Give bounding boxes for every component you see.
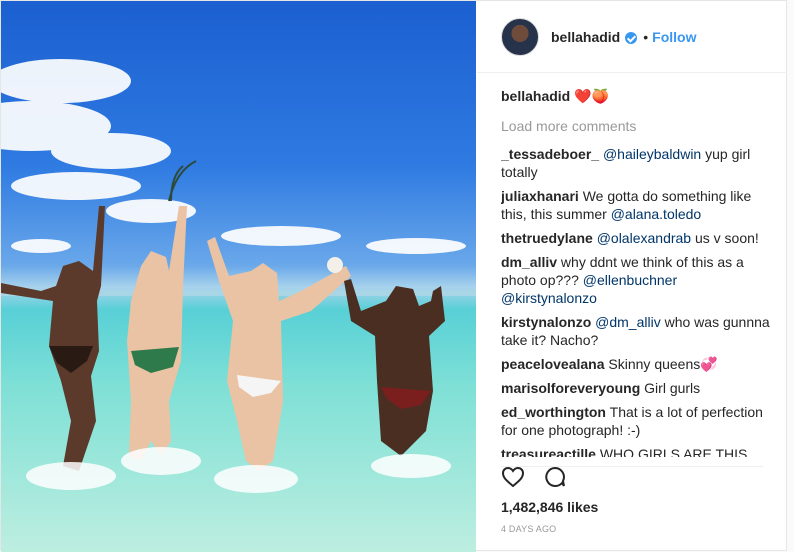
comment-icon[interactable] bbox=[543, 466, 567, 493]
comments-list[interactable]: bellahadid ❤️🍑 Load more comments _tessa… bbox=[501, 87, 771, 457]
comment-username[interactable]: _tessadeboer_ bbox=[501, 146, 599, 162]
avatar[interactable] bbox=[501, 17, 539, 56]
comment-row: thetruedylane @olalexandrab us v soon! bbox=[501, 229, 771, 247]
mention-link[interactable]: @alana.toledo bbox=[611, 206, 702, 222]
comment-username[interactable]: juliaxhanari bbox=[501, 188, 579, 204]
comment-username[interactable]: treasureactille bbox=[501, 446, 596, 457]
post-header: bellahadid • Follow bbox=[477, 1, 787, 73]
comment-row: treasureactille WHO GIRLS ARE THIS ?!?!?… bbox=[501, 445, 771, 457]
caption: bellahadid ❤️🍑 bbox=[501, 87, 771, 105]
comment-text: Skinny queens💞 bbox=[604, 356, 718, 372]
mention-link[interactable]: @olalexandrab bbox=[597, 230, 691, 246]
verified-badge-icon bbox=[625, 31, 638, 44]
post-timestamp: 4 DAYS AGO bbox=[501, 524, 557, 534]
header-username[interactable]: bellahadid bbox=[551, 29, 620, 45]
mention-link[interactable]: @haileybaldwin bbox=[603, 146, 701, 162]
comment-username[interactable]: thetruedylane bbox=[501, 230, 593, 246]
comment-row: dm_alliv why ddnt we think of this as a … bbox=[501, 253, 771, 307]
mention-link[interactable]: @dm_alliv bbox=[595, 314, 661, 330]
action-icons bbox=[501, 466, 567, 493]
mention-link[interactable]: @kirstynalonzo bbox=[501, 290, 597, 306]
comment-username[interactable]: peacelovealana bbox=[501, 356, 605, 372]
comment-row: juliaxhanari We gotta do something like … bbox=[501, 187, 771, 223]
comment-username[interactable]: marisolforeveryoung bbox=[501, 380, 640, 396]
post-photo[interactable] bbox=[1, 1, 476, 552]
comment-row: marisolforeveryoung Girl gurls bbox=[501, 379, 771, 397]
caption-username[interactable]: bellahadid bbox=[501, 88, 570, 104]
likes-count[interactable]: 1,482,846 likes bbox=[501, 499, 598, 515]
follow-button[interactable]: Follow bbox=[652, 29, 696, 45]
comment-row: _tessadeboer_ @haileybaldwin yup girl to… bbox=[501, 145, 771, 181]
mention-link[interactable]: @ellenbuchner bbox=[583, 272, 677, 288]
post-sidebar: bellahadid • Follow bellahadid ❤️🍑 Load … bbox=[477, 1, 787, 552]
comment-username[interactable]: dm_alliv bbox=[501, 254, 557, 270]
heart-icon[interactable] bbox=[501, 466, 525, 493]
comment-row: kirstynalonzo @dm_alliv who was gunnna t… bbox=[501, 313, 771, 349]
beach-scene-illustration bbox=[1, 59, 476, 493]
comment-container: _tessadeboer_ @haileybaldwin yup girl to… bbox=[501, 145, 771, 457]
load-more-comments-button[interactable]: Load more comments bbox=[501, 117, 771, 135]
separator-dot: • bbox=[643, 28, 649, 45]
comment-text: Girl gurls bbox=[640, 380, 701, 396]
caption-text: ❤️🍑 bbox=[570, 88, 609, 104]
comment-row: peacelovealana Skinny queens💞 bbox=[501, 355, 771, 373]
comment-row: ed_worthington That is a lot of perfecti… bbox=[501, 403, 771, 439]
comment-username[interactable]: kirstynalonzo bbox=[501, 314, 591, 330]
post-card: bellahadid • Follow bellahadid ❤️🍑 Load … bbox=[0, 0, 787, 552]
comment-username[interactable]: ed_worthington bbox=[501, 404, 606, 420]
comment-text: us v soon! bbox=[691, 230, 759, 246]
